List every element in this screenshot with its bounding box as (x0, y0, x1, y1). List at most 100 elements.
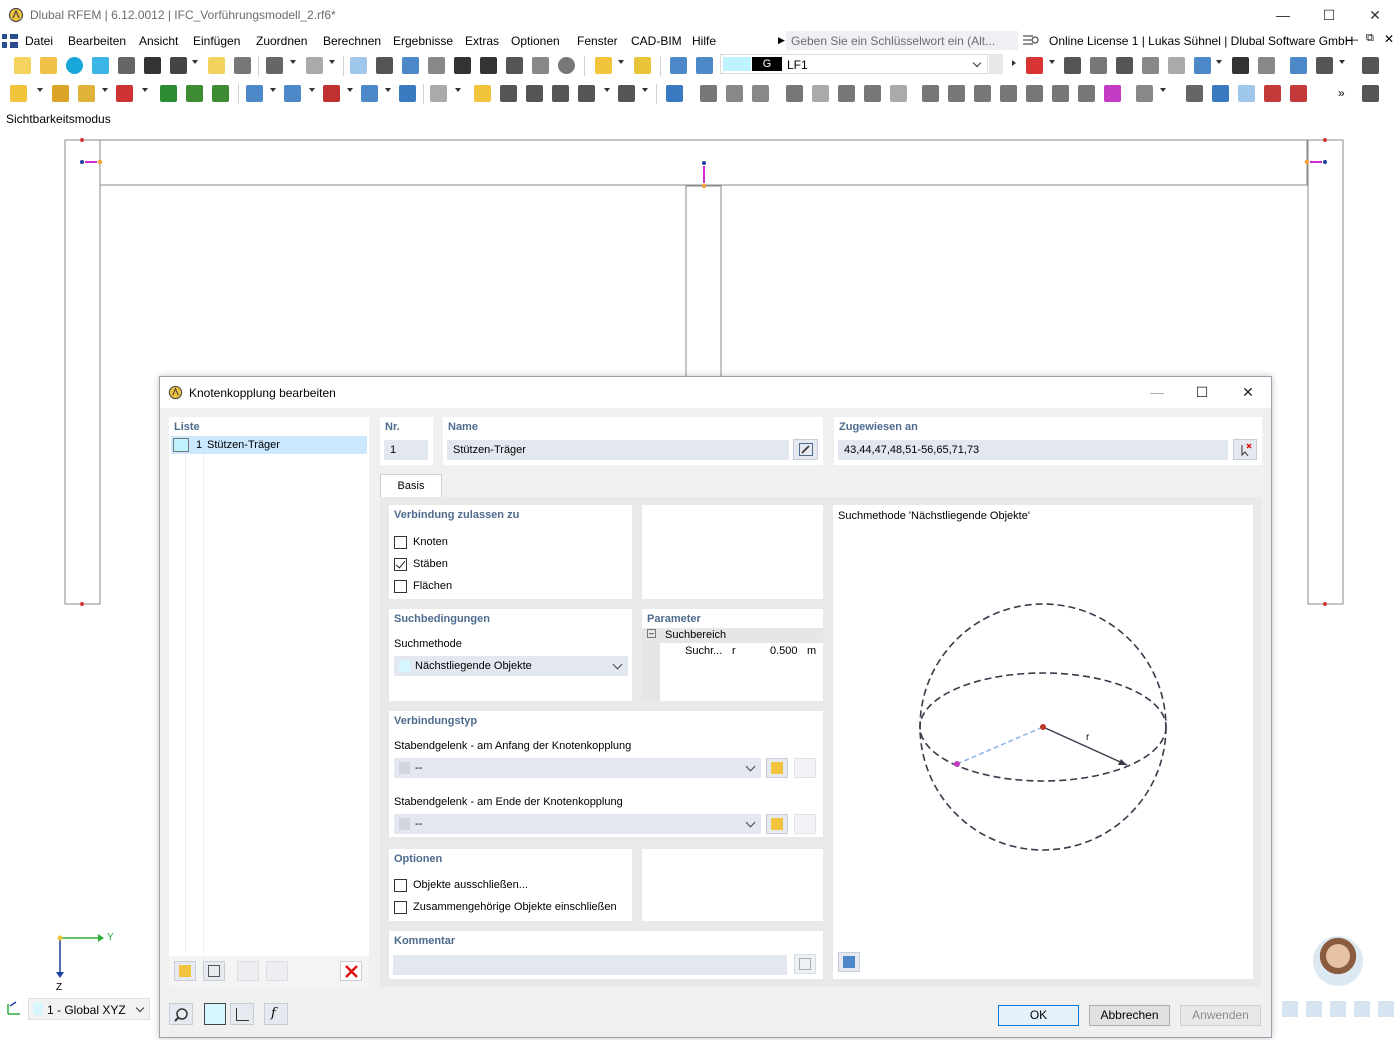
opening-dropdown-icon[interactable] (309, 88, 315, 92)
results-icon[interactable] (1026, 57, 1043, 74)
uncheck-items-button[interactable] (266, 961, 288, 981)
snap-status-icon[interactable] (1306, 1001, 1322, 1017)
overflow-icon[interactable]: » (1338, 86, 1345, 100)
next-load-case-icon[interactable] (1012, 60, 1016, 66)
dialog-close-button[interactable]: ✕ (1233, 381, 1263, 403)
parameter-row[interactable]: Suchr... r 0.500 m (660, 643, 823, 659)
dimension-dropdown-icon[interactable] (455, 88, 461, 92)
menu-bearbeiten[interactable]: Bearbeiten (68, 34, 126, 48)
close-button[interactable]: ✕ (1352, 0, 1398, 30)
avatar[interactable] (1313, 936, 1363, 986)
layers-icon[interactable] (506, 57, 523, 74)
edit-name-button[interactable] (793, 439, 818, 460)
menu-ansicht[interactable]: Ansicht (139, 34, 178, 48)
tree-button[interactable] (230, 1003, 254, 1025)
filter-status-icon[interactable] (1354, 1001, 1370, 1017)
check-items-button[interactable] (237, 961, 259, 981)
probe-icon[interactable] (1232, 57, 1249, 74)
pick-objects-button[interactable] (1233, 439, 1257, 460)
surface-dropdown-icon[interactable] (270, 88, 276, 92)
values-icon[interactable] (1090, 57, 1107, 74)
ribbon-minimize-icon[interactable]: — (1346, 32, 1358, 46)
snap-node-icon[interactable] (1212, 85, 1229, 102)
checkbox-flaechen[interactable] (394, 580, 407, 593)
polyline-icon[interactable] (116, 85, 133, 102)
coordinate-system-status-icon[interactable] (6, 1000, 24, 1016)
new-model-icon[interactable] (14, 57, 31, 74)
scale-icon[interactable] (1316, 57, 1333, 74)
console-icon[interactable] (454, 57, 471, 74)
line-support-icon[interactable] (186, 85, 203, 102)
column-view-icon[interactable] (700, 85, 717, 102)
menu-datei[interactable]: Datei (25, 34, 53, 48)
section-icon[interactable] (500, 85, 517, 102)
grid-icon[interactable] (1194, 57, 1211, 74)
restore-icon[interactable]: ⧉ (1366, 32, 1374, 45)
node-icon[interactable] (10, 85, 27, 102)
print-icon[interactable] (170, 57, 187, 74)
frame-view-icon[interactable] (726, 85, 743, 102)
dialog-maximize-button[interactable]: ☐ (1187, 381, 1217, 403)
edit-start-hinge-button[interactable] (794, 758, 816, 778)
search-method-select[interactable]: Nächstliegende Objekte (394, 656, 628, 676)
navigator-icon[interactable] (350, 57, 367, 74)
help-button[interactable] (169, 1003, 193, 1025)
slab-icon[interactable] (812, 85, 829, 102)
wall-view-icon[interactable] (752, 85, 769, 102)
snap-line-icon[interactable] (1238, 85, 1255, 102)
values-xxx-icon[interactable] (1142, 57, 1159, 74)
model-grid-icon[interactable] (552, 85, 569, 102)
delete-item-button[interactable] (340, 961, 362, 981)
copy-icon[interactable] (208, 57, 225, 74)
deformation-icon[interactable] (1064, 57, 1081, 74)
end-hinge-select[interactable]: -- (394, 814, 761, 834)
grid-dropdown-icon[interactable] (1216, 60, 1222, 64)
formula-button[interactable]: f (264, 1003, 288, 1025)
stretch-icon[interactable] (1026, 85, 1043, 102)
new-end-hinge-button[interactable] (766, 814, 788, 834)
render-icon[interactable] (595, 57, 612, 74)
dialog-minimize-button[interactable]: — (1142, 381, 1172, 403)
structure-icon[interactable] (618, 85, 635, 102)
copy-item-button[interactable] (203, 961, 225, 981)
menu-berechnen[interactable]: Berechnen (323, 34, 381, 48)
checkbox-include-related[interactable] (394, 901, 407, 914)
document-close-icon[interactable]: ✕ (1384, 32, 1394, 46)
undo-icon[interactable] (266, 57, 283, 74)
surface-support-icon[interactable] (212, 85, 229, 102)
guide-icon[interactable] (474, 85, 491, 102)
menu-zuordnen[interactable]: Zuordnen (256, 34, 307, 48)
menu-einfuegen[interactable]: Einfügen (193, 34, 240, 48)
rotate-icon[interactable] (1052, 85, 1069, 102)
align-icon[interactable] (922, 85, 939, 102)
print-dropdown-icon[interactable] (192, 60, 198, 64)
menu-cad-bim[interactable]: CAD-BIM (631, 34, 682, 48)
open-folder-icon[interactable] (40, 57, 57, 74)
previous-load-case-button[interactable] (989, 54, 1003, 74)
cube-icon[interactable] (838, 85, 855, 102)
clipboard-icon[interactable] (532, 57, 549, 74)
filter-icon[interactable] (666, 85, 683, 102)
scale-dropdown-icon[interactable] (1339, 60, 1345, 64)
menu-extras[interactable]: Extras (465, 34, 499, 48)
table-icon[interactable] (376, 57, 393, 74)
filter-values-icon[interactable] (1258, 57, 1275, 74)
keyword-search-input[interactable]: Geben Sie ein Schlüsselwort ein (Alt... (786, 31, 1018, 50)
node-dropdown-icon[interactable] (37, 88, 43, 92)
scale-tool-icon[interactable] (1000, 85, 1017, 102)
measure-dropdown-icon[interactable] (1160, 88, 1166, 92)
collapse-icon[interactable]: – (647, 629, 656, 638)
coordinate-system-dropdown-icon[interactable] (604, 88, 610, 92)
preview-options-button[interactable] (838, 952, 860, 972)
solid-add-icon[interactable] (361, 85, 378, 102)
support-add-icon[interactable] (160, 85, 177, 102)
line-icon[interactable] (52, 85, 69, 102)
solid-dropdown-icon[interactable] (385, 88, 391, 92)
member-dropdown-icon[interactable] (102, 88, 108, 92)
solid-icon[interactable] (1168, 57, 1185, 74)
pin-icon[interactable] (1104, 85, 1121, 102)
opening-icon[interactable] (284, 85, 301, 102)
maximize-button[interactable]: ☐ (1306, 0, 1352, 30)
clipping-icon[interactable] (526, 85, 543, 102)
arrows-icon[interactable] (864, 85, 881, 102)
